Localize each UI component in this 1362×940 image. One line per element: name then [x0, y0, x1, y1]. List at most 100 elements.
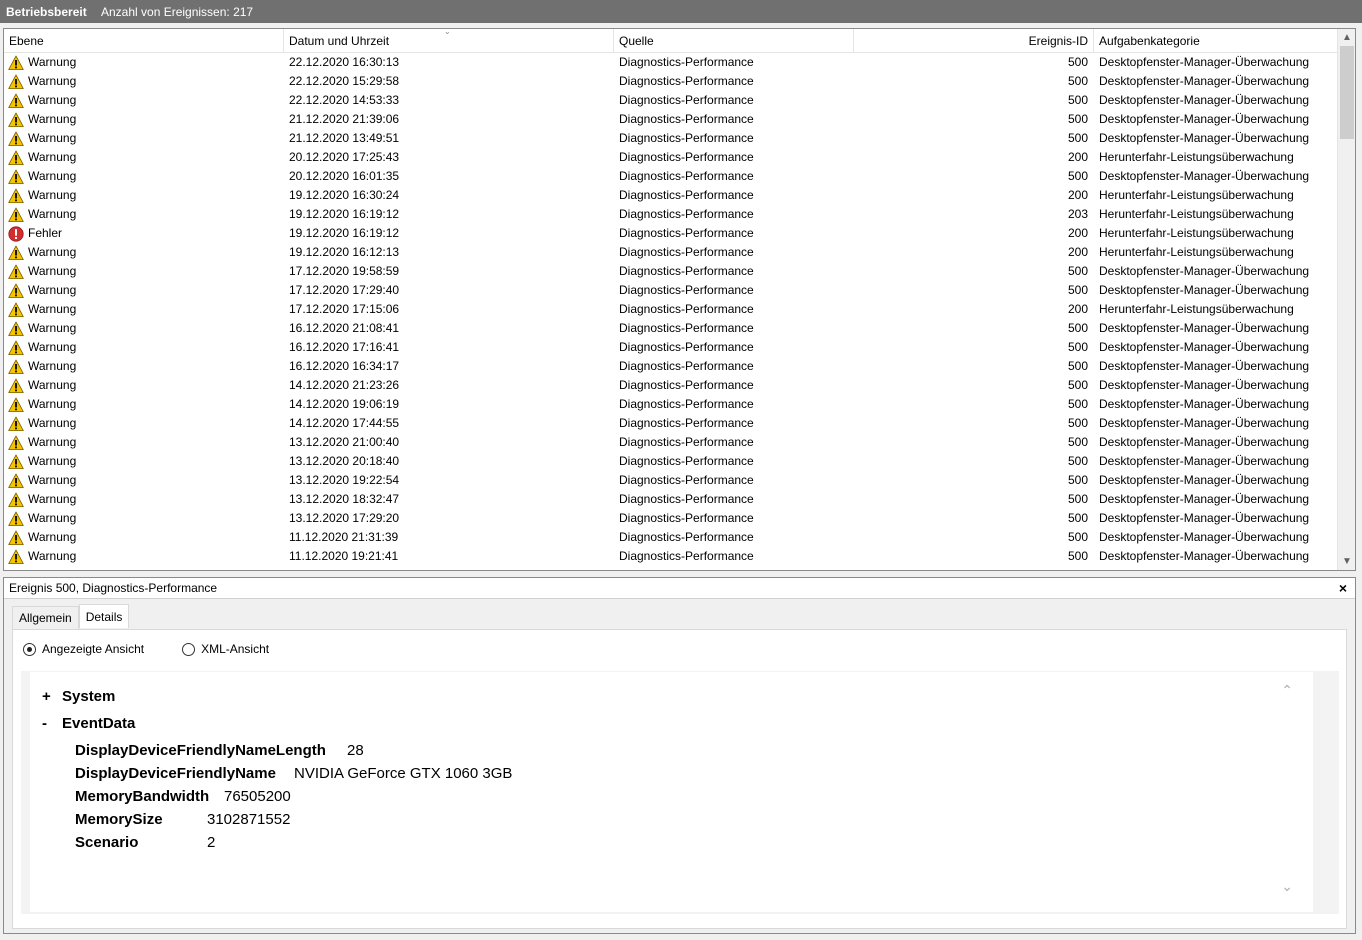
warning-icon: [8, 74, 24, 89]
column-header-level[interactable]: Ebene: [4, 29, 284, 53]
cell-date: 11.12.2020 21:31:39: [289, 530, 399, 544]
table-row[interactable]: Fehler 19.12.2020 16:19:12 Diagnostics-Per…: [4, 224, 1337, 243]
status-bar: Betriebsbereit Anzahl von Ereignissen: 2…: [0, 0, 1362, 23]
cell-level: Warnung: [8, 471, 278, 490]
level-text: Warnung: [28, 245, 77, 259]
table-row[interactable]: Warnung 13.12.2020 21:00:40 Diagnostics-Pe…: [4, 433, 1337, 452]
warning-icon: [8, 264, 24, 279]
table-row[interactable]: Warnung 22.12.2020 15:29:58 Diagnostics-Pe…: [4, 72, 1337, 91]
table-row[interactable]: Warnung 13.12.2020 19:22:54 Diagnostics-Pe…: [4, 471, 1337, 490]
cell-level: Warnung: [8, 148, 278, 167]
table-row[interactable]: Warnung 14.12.2020 17:44:55 Diagnostics-Pe…: [4, 414, 1337, 433]
warning-icon: [8, 454, 24, 469]
status-title: Betriebsbereit: [6, 4, 87, 19]
radio-xml-view[interactable]: XML-Ansicht: [182, 642, 269, 656]
radio-friendly-view[interactable]: Angezeigte Ansicht: [23, 642, 144, 656]
warning-icon: [8, 302, 24, 317]
cell-source: Diagnostics-Performance: [619, 112, 754, 126]
field-value: 76505200: [224, 788, 291, 805]
table-row[interactable]: Warnung 13.12.2020 17:29:20 Diagnostics-Pe…: [4, 509, 1337, 528]
system-node[interactable]: + System: [42, 688, 135, 715]
level-text: Warnung: [28, 359, 77, 373]
scroll-down-arrow[interactable]: ▼: [1338, 553, 1355, 570]
cell-date: 19.12.2020 16:19:12: [289, 226, 400, 240]
table-row[interactable]: Warnung 13.12.2020 18:32:47 Diagnostics-Pe…: [4, 490, 1337, 509]
event-list[interactable]: Ebene Datum und Uhrzeit ⌄ Quelle Ereigni…: [3, 28, 1356, 571]
table-row[interactable]: Warnung 19.12.2020 16:19:12 Diagnostics-Pe…: [4, 205, 1337, 224]
cell-category: Desktopfenster-Manager-Überwachung: [1099, 321, 1310, 335]
cell-category: Desktopfenster-Manager-Überwachung: [1099, 511, 1310, 525]
table-row[interactable]: Warnung 20.12.2020 17:25:43 Diagnostics-Pe…: [4, 148, 1337, 167]
eventdata-node[interactable]: - EventData: [42, 715, 135, 742]
column-header-source[interactable]: Quelle: [614, 29, 854, 53]
details-tab-body: Angezeigte Ansicht XML-Ansicht + System …: [12, 629, 1347, 929]
table-row[interactable]: Warnung 22.12.2020 14:53:33 Diagnostics-Pe…: [4, 91, 1337, 110]
cell-date: 17.12.2020 19:58:59: [289, 264, 400, 278]
warning-icon: [8, 473, 24, 488]
field-key: MemoryBandwidth: [75, 788, 210, 805]
cell-date: 21.12.2020 21:39:06: [289, 112, 400, 126]
cell-date: 22.12.2020 16:30:13: [289, 55, 400, 69]
cell-level: Warnung: [8, 129, 278, 148]
cell-event-id: 500: [1067, 397, 1088, 411]
cell-category: Herunterfahr-Leistungsüberwachung: [1099, 188, 1294, 202]
field-value: 2: [207, 834, 216, 851]
close-icon[interactable]: ×: [1339, 578, 1347, 598]
cell-level: Warnung: [8, 186, 278, 205]
column-header-id[interactable]: Ereignis-ID: [854, 29, 1094, 53]
table-row[interactable]: Warnung 14.12.2020 19:06:19 Diagnostics-Pe…: [4, 395, 1337, 414]
tab-general[interactable]: Allgemein: [12, 606, 79, 629]
cell-event-id: 500: [1067, 340, 1088, 354]
column-header-category[interactable]: Aufgabenkategorie: [1094, 29, 1337, 53]
cell-category: Desktopfenster-Manager-Überwachung: [1099, 340, 1310, 354]
table-row[interactable]: Warnung 17.12.2020 19:58:59 Diagnostics-Pe…: [4, 262, 1337, 281]
detail-scroll-up-icon[interactable]: ⌃: [1281, 682, 1293, 699]
level-text: Warnung: [28, 549, 77, 563]
level-text: Warnung: [28, 302, 77, 316]
table-row[interactable]: Warnung 16.12.2020 21:08:41 Diagnostics-Pe…: [4, 319, 1337, 338]
table-row[interactable]: Warnung 21.12.2020 13:49:51 Diagnostics-Pe…: [4, 129, 1337, 148]
scroll-thumb[interactable]: [1340, 46, 1354, 139]
cell-event-id: 500: [1067, 549, 1088, 563]
xml-tree: + System - EventData: [42, 688, 135, 742]
cell-category: Desktopfenster-Manager-Überwachung: [1099, 93, 1310, 107]
table-row[interactable]: Warnung 16.12.2020 16:34:17 Diagnostics-Pe…: [4, 357, 1337, 376]
table-row[interactable]: Warnung 21.12.2020 21:39:06 Diagnostics-Pe…: [4, 110, 1337, 129]
cell-event-id: 200: [1067, 245, 1088, 259]
cell-event-id: 500: [1067, 264, 1088, 278]
cell-level: Warnung: [8, 338, 278, 357]
table-row[interactable]: Warnung 17.12.2020 17:29:40 Diagnostics-Pe…: [4, 281, 1337, 300]
radio-unselected-icon[interactable]: [182, 642, 196, 656]
warning-icon: [8, 340, 24, 355]
cell-source: Diagnostics-Performance: [619, 264, 754, 278]
table-row[interactable]: Warnung 19.12.2020 16:30:24 Diagnostics-Pe…: [4, 186, 1337, 205]
table-row[interactable]: Warnung 13.12.2020 20:18:40 Diagnostics-Pe…: [4, 452, 1337, 471]
table-row[interactable]: Warnung 11.12.2020 21:31:39 Diagnostics-Pe…: [4, 528, 1337, 547]
list-scrollbar[interactable]: ▲ ▼: [1337, 29, 1355, 570]
expand-icon[interactable]: +: [42, 688, 62, 705]
warning-icon: [8, 416, 24, 431]
cell-source: Diagnostics-Performance: [619, 435, 754, 449]
level-text: Warnung: [28, 340, 77, 354]
field-key: Scenario: [75, 834, 139, 851]
table-row[interactable]: Warnung 11.12.2020 19:21:41 Diagnostics-Pe…: [4, 547, 1337, 566]
detail-scroll-down-icon[interactable]: ⌄: [1281, 878, 1293, 895]
level-text: Warnung: [28, 169, 77, 183]
radio-friendly-label: Angezeigte Ansicht: [42, 642, 145, 656]
table-row[interactable]: Warnung 16.12.2020 17:16:41 Diagnostics-Pe…: [4, 338, 1337, 357]
cell-date: 19.12.2020 16:12:13: [289, 245, 400, 259]
cell-event-id: 500: [1067, 511, 1088, 525]
cell-date: 19.12.2020 16:30:24: [289, 188, 400, 202]
level-text: Warnung: [28, 435, 77, 449]
table-row[interactable]: Warnung 20.12.2020 16:01:35 Diagnostics-Pe…: [4, 167, 1337, 186]
table-row[interactable]: Warnung 17.12.2020 17:15:06 Diagnostics-Pe…: [4, 300, 1337, 319]
radio-selected-icon[interactable]: [23, 642, 36, 656]
cell-category: Desktopfenster-Manager-Überwachung: [1099, 530, 1310, 544]
table-row[interactable]: Warnung 19.12.2020 16:12:13 Diagnostics-Pe…: [4, 243, 1337, 262]
cell-category: Herunterfahr-Leistungsüberwachung: [1099, 150, 1294, 164]
table-row[interactable]: Warnung 14.12.2020 21:23:26 Diagnostics-Pe…: [4, 376, 1337, 395]
tab-details[interactable]: Details: [78, 604, 130, 628]
table-row[interactable]: Warnung 22.12.2020 16:30:13 Diagnostics-Pe…: [4, 53, 1337, 72]
collapse-icon[interactable]: -: [42, 715, 62, 732]
scroll-up-arrow[interactable]: ▲: [1338, 29, 1355, 46]
